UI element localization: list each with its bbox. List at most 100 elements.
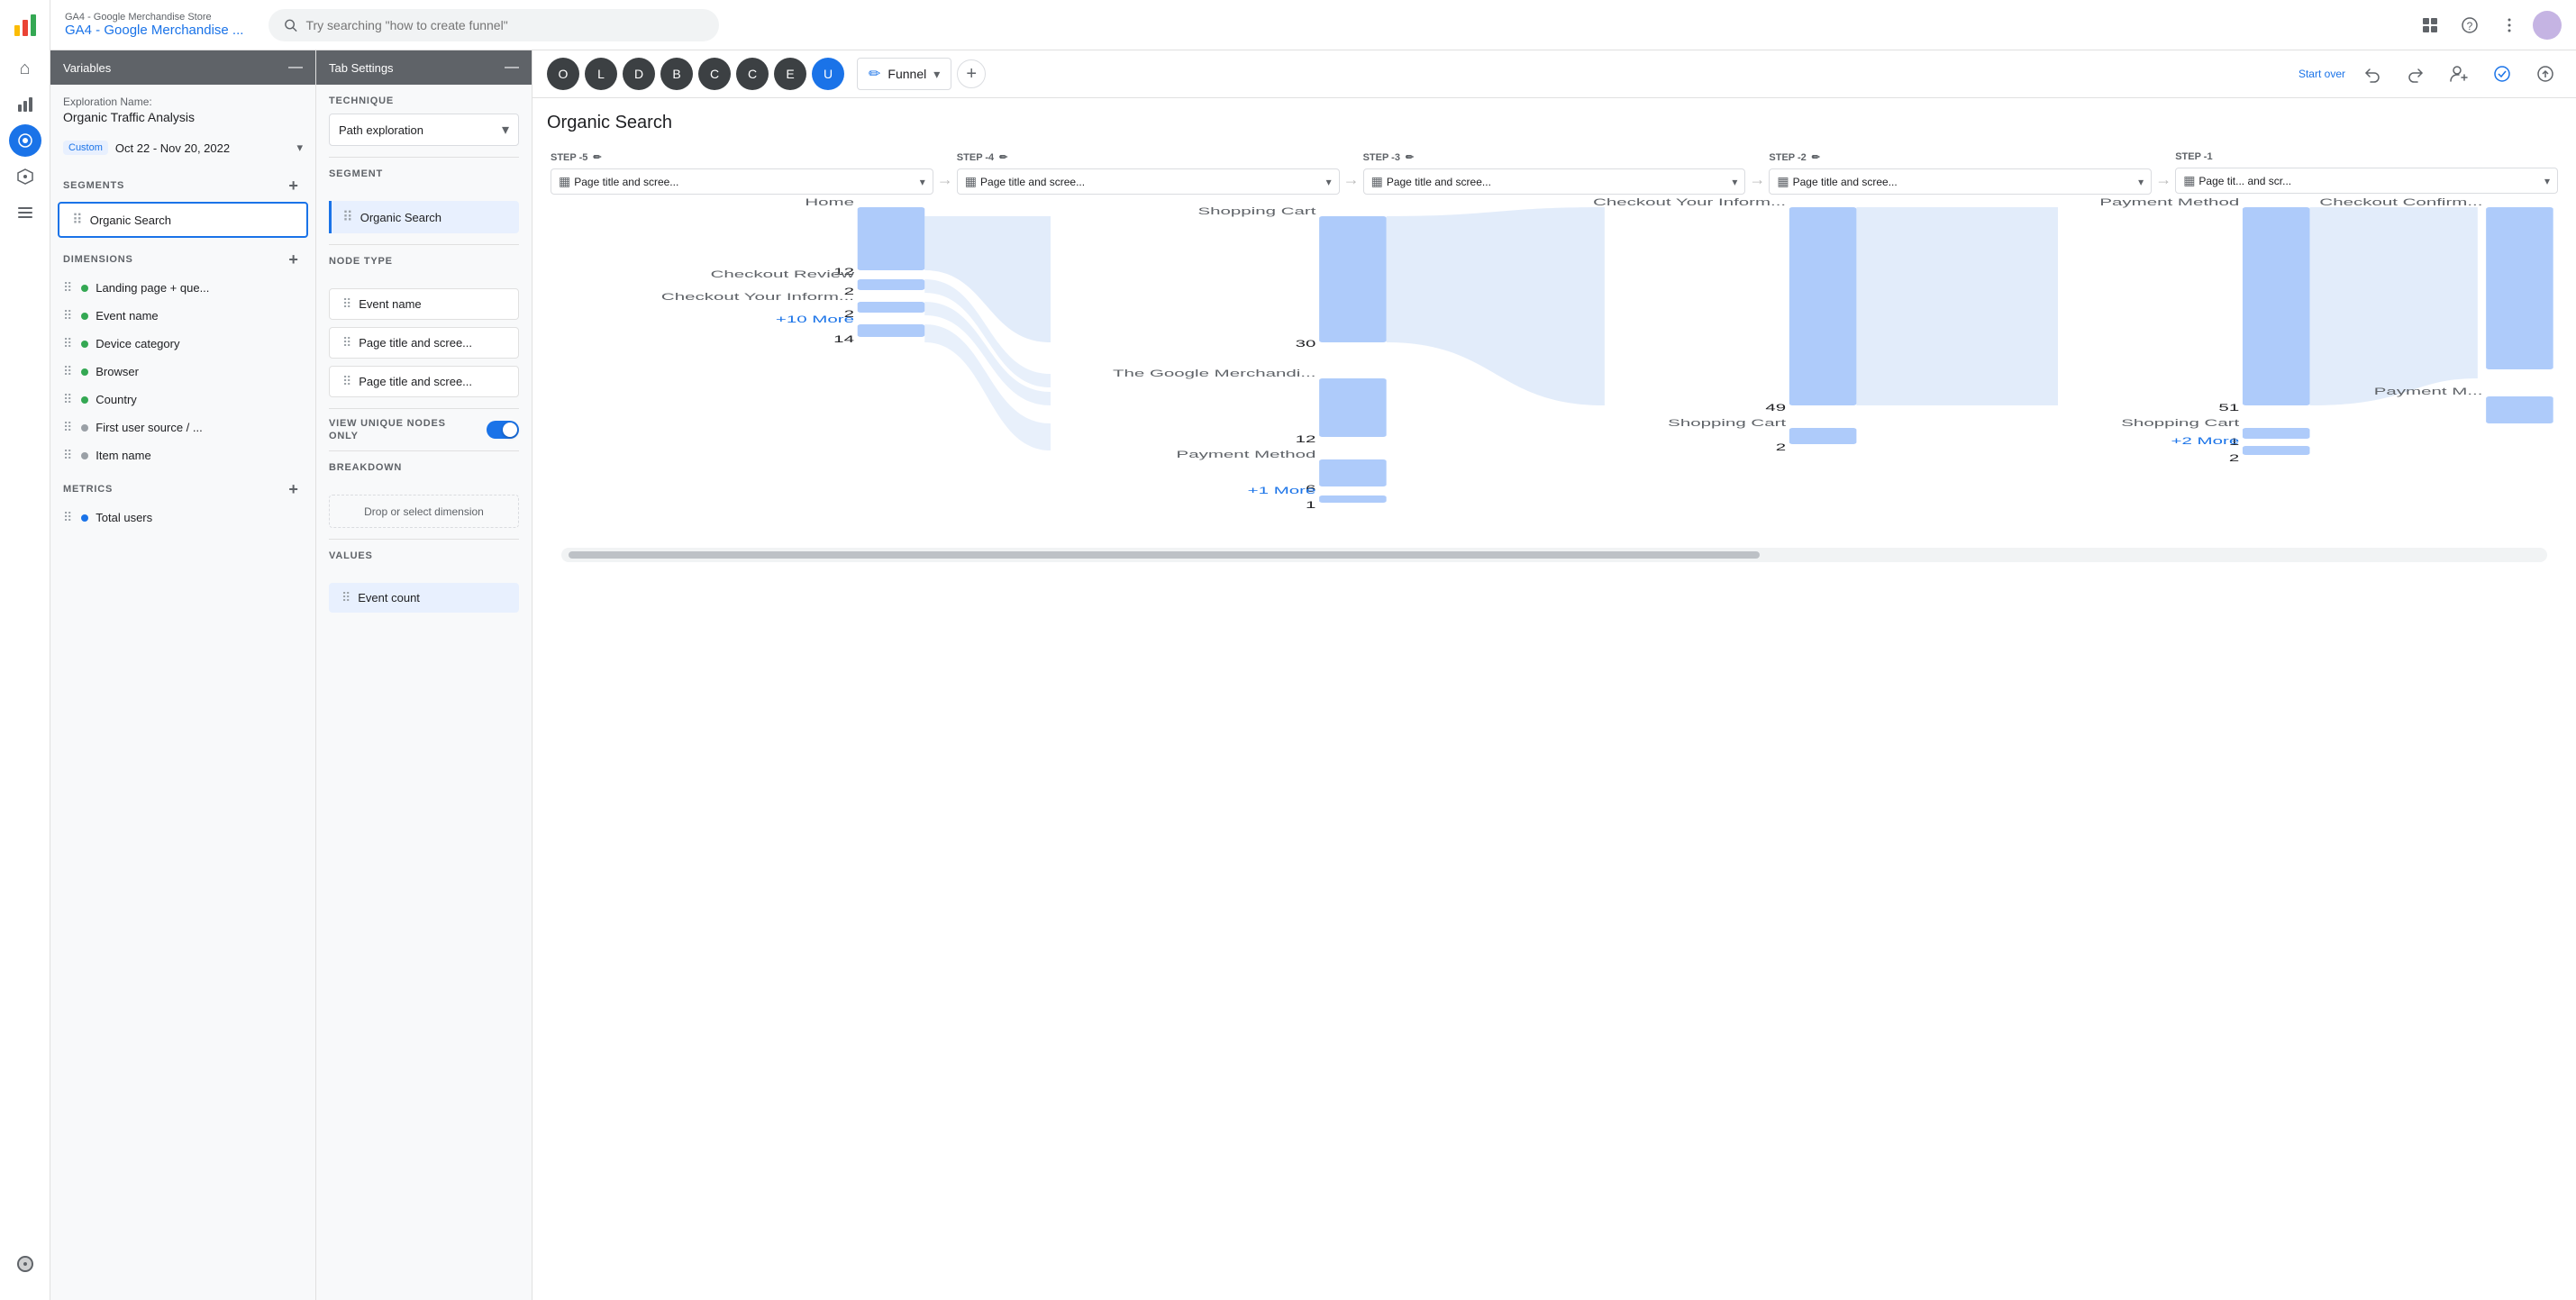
grid-icon[interactable] [2414,9,2446,41]
view-unique-nodes-label-2: ONLY [329,431,446,441]
add-segment-button[interactable]: + [285,177,303,195]
step-1-dim-arrow: ▾ [2544,175,2550,187]
user-avatar[interactable] [2533,11,2562,40]
dimension-device-category[interactable]: ⠿ Device category [50,330,315,358]
node-item-page-title-2[interactable]: ⠿ Page title and scree... [329,366,519,397]
share-button[interactable] [2529,58,2562,90]
funnel-tab-B[interactable]: B [660,58,693,90]
step-2-edit-icon[interactable]: ✏ [1812,151,1820,163]
funnel-tab-U[interactable]: U [812,58,844,90]
dimension-item-name[interactable]: ⠿ Item name [50,441,315,469]
bar-step5-checkout-inform[interactable] [858,302,925,313]
dim-name: Country [96,393,137,406]
step-3-dimension-selector[interactable]: ▦ Page title and scree... ▾ [1363,168,1746,195]
top-bar: GA4 - Google Merchandise Store GA4 - Goo… [50,0,2576,50]
step-4-edit-icon[interactable]: ✏ [999,151,1007,163]
node-drag-handle: ⠿ [342,374,351,389]
tab-settings-panel: Tab Settings — TECHNIQUE Path exploratio… [316,50,532,1300]
nav-home[interactable]: ⌂ [9,52,41,85]
breakdown-drop-zone[interactable]: Drop or select dimension [329,495,519,528]
bar-step4-more[interactable] [1319,495,1387,503]
nav-configure[interactable] [9,196,41,229]
bar-step2-payment[interactable] [2243,207,2310,405]
bar-step4-payment[interactable] [1319,459,1387,486]
nav-reports[interactable] [9,88,41,121]
technique-selector[interactable]: Path exploration ▾ [329,114,519,146]
metric-total-users[interactable]: ⠿ Total users [50,504,315,532]
bar-step4-google-merch[interactable] [1319,378,1387,437]
exploration-name-value[interactable]: Organic Traffic Analysis [50,110,315,135]
dimension-event-name[interactable]: ⠿ Event name [50,302,315,330]
start-over-button[interactable]: Start over [2298,68,2345,80]
add-metric-button[interactable]: + [285,480,303,498]
bar-step4-shopping-cart[interactable] [1319,216,1387,342]
view-unique-nodes-toggle-row: VIEW UNIQUE NODES ONLY [316,409,532,450]
account-info: GA4 - Google Merchandise Store GA4 - Goo… [65,12,243,38]
segment-badge-item[interactable]: ⠿ Organic Search [329,201,519,233]
dimensions-section-label: DIMENSIONS + [50,240,315,274]
step-5-dim-icon: ▦ [559,174,570,189]
funnel-tab-O[interactable]: O [547,58,579,90]
node-item-page-title-1[interactable]: ⠿ Page title and scree... [329,327,519,359]
funnel-tab-C1[interactable]: C [698,58,731,90]
step-1-dim-text: Page tit... and scr... [2198,175,2541,187]
funnel-tab-L[interactable]: L [585,58,617,90]
funnel-tab-D[interactable]: D [623,58,655,90]
node-name: Page title and scree... [359,336,472,350]
date-range-chevron[interactable]: ▾ [296,141,303,155]
step-5-edit-icon[interactable]: ✏ [593,151,601,163]
analytics-logo[interactable] [7,7,43,43]
step-1-dimension-selector[interactable]: ▦ Page tit... and scr... ▾ [2175,168,2558,194]
tab-settings-panel-minimize[interactable]: — [505,59,519,76]
node-type-section: NODE TYPE [316,245,532,285]
dimension-first-user-source[interactable]: ⠿ First user source / ... [50,414,315,441]
svg-text:2: 2 [1776,442,1786,453]
step-2-dimension-selector[interactable]: ▦ Page title and scree... ▾ [1769,168,2152,195]
bar-step3-shopping-cart[interactable] [1789,428,1857,444]
svg-text:Shopping Cart: Shopping Cart [1197,206,1315,217]
variables-panel-minimize[interactable]: — [288,59,303,76]
bar-step3-checkout-inform[interactable] [1789,207,1857,405]
bar-step1-checkout-confirm[interactable] [2486,207,2553,369]
nav-advertising[interactable] [9,160,41,193]
step-5-dimension-selector[interactable]: ▦ Page title and scree... ▾ [551,168,933,195]
step-3-edit-icon[interactable]: ✏ [1406,151,1414,163]
funnel-technique-selector[interactable]: ✏ Funnel ▾ [857,58,951,90]
funnel-tab-E[interactable]: E [774,58,806,90]
search-bar[interactable] [269,9,719,41]
step-2-header: STEP -2 ✏ ▦ Page title and scree... ▾ [1765,151,2155,195]
step-4-dimension-selector[interactable]: ▦ Page title and scree... ▾ [957,168,1340,195]
dimension-browser[interactable]: ⠿ Browser [50,358,315,386]
dimension-landing-page[interactable]: ⠿ Landing page + que... [50,274,315,302]
view-unique-nodes-toggle[interactable] [487,421,519,439]
undo-button[interactable] [2356,58,2389,90]
add-user-button[interactable] [2443,58,2475,90]
svg-text:Home: Home [805,198,854,208]
property-name[interactable]: GA4 - Google Merchandise ... [65,23,243,38]
dimension-country[interactable]: ⠿ Country [50,386,315,414]
value-item-event-count[interactable]: ⠿ Event count [329,583,519,613]
left-nav: ⌂ [0,0,50,1300]
step-3-label: STEP -3 [1363,152,1400,163]
breakdown-section: BREAKDOWN [316,451,532,491]
bar-step2-more[interactable] [2243,446,2310,455]
horizontal-scrollbar[interactable] [561,548,2547,562]
nav-settings[interactable] [9,1248,41,1280]
bar-step1-payment[interactable] [2486,396,2553,423]
check-button[interactable] [2486,58,2518,90]
more-vert-icon[interactable] [2493,9,2526,41]
bar-step5-checkout-review[interactable] [858,279,925,290]
search-input[interactable] [305,18,705,32]
add-dimension-button[interactable]: + [285,250,303,268]
redo-button[interactable] [2399,58,2432,90]
node-item-event-name[interactable]: ⠿ Event name [329,288,519,320]
bar-step2-shopping-cart[interactable] [2243,428,2310,439]
segment-item-organic-search[interactable]: ⠿ Organic Search [58,202,308,238]
funnel-tab-C2[interactable]: C [736,58,769,90]
date-range-row[interactable]: Custom Oct 22 - Nov 20, 2022 ▾ [50,135,315,166]
funnel-add-tab-button[interactable]: + [957,59,986,88]
nav-explore[interactable] [9,124,41,157]
bar-step5-home[interactable] [858,207,925,270]
bar-step5-more[interactable] [858,324,925,337]
help-icon[interactable]: ? [2453,9,2486,41]
